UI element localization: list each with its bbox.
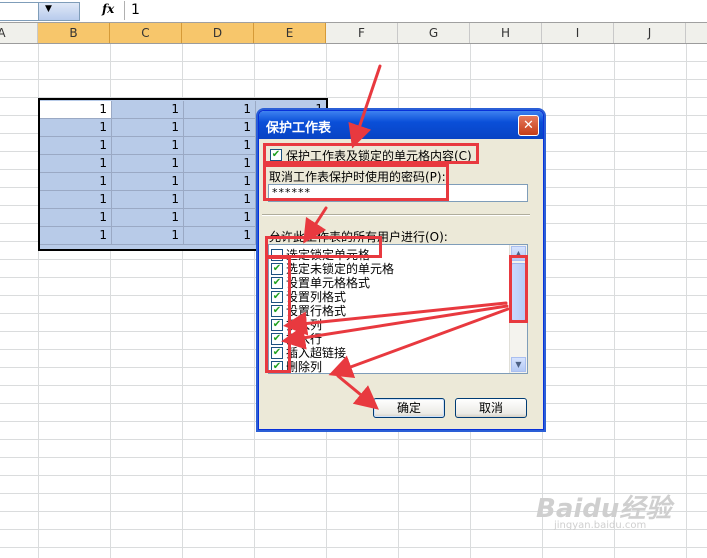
cell[interactable]: 1	[40, 173, 112, 191]
cell[interactable]: 1	[112, 173, 184, 191]
ok-button[interactable]: 确定	[373, 398, 445, 418]
insert-function-button[interactable]: fx	[102, 2, 120, 19]
name-box-dropdown[interactable]: ▼	[38, 2, 80, 21]
watermark-url: jingyan.baidu.com	[554, 520, 647, 531]
cell[interactable]: 1	[184, 227, 256, 245]
close-button[interactable]: ✕	[518, 115, 539, 136]
permissions-list[interactable]: 选定锁定单元格 ✔ 选定未锁定的单元格 ✔ 设置单元格格式 ✔ 设置列格式 ✔ 设置行格式 ✔ 插入…	[268, 244, 528, 374]
cell[interactable]: 1	[40, 119, 112, 137]
cell[interactable]: 1	[40, 155, 112, 173]
permission-label: 删除列	[286, 360, 323, 374]
scroll-down-button[interactable]: ▼	[511, 357, 526, 372]
column-header-d[interactable]: D	[182, 23, 254, 43]
column-header-e[interactable]: E	[254, 23, 326, 43]
cell[interactable]: 1	[184, 119, 256, 137]
cell[interactable]: 1	[40, 101, 112, 119]
name-box[interactable]	[0, 2, 39, 21]
highlight-scrollbar	[509, 255, 528, 323]
cell[interactable]: 1	[184, 155, 256, 173]
cell[interactable]: 1	[112, 119, 184, 137]
column-header-g[interactable]: G	[398, 23, 470, 43]
baidu-watermark: Baidu经验 jingyan.baidu.com	[536, 480, 696, 540]
dialog-titlebar[interactable]: 保护工作表 ✕	[259, 111, 543, 139]
cell[interactable]: 1	[184, 101, 256, 119]
cell[interactable]: 1	[184, 191, 256, 209]
cell[interactable]: 1	[40, 191, 112, 209]
highlight-locked-cells	[265, 236, 382, 258]
cell[interactable]: 1	[112, 209, 184, 227]
highlight-protect-checkbox	[263, 143, 479, 164]
column-headers: ABCDEFGHIJ	[0, 23, 707, 44]
cell[interactable]: 1	[40, 137, 112, 155]
close-icon: ✕	[523, 118, 534, 133]
cell[interactable]: 1	[112, 155, 184, 173]
formula-input[interactable]: 1	[124, 1, 707, 20]
column-header-b[interactable]: B	[38, 23, 110, 43]
cell[interactable]: 1	[184, 173, 256, 191]
column-header-i[interactable]: I	[542, 23, 614, 43]
column-header-h[interactable]: H	[470, 23, 542, 43]
cell[interactable]: 1	[40, 209, 112, 227]
cell[interactable]: 1	[112, 137, 184, 155]
cell[interactable]: 1	[112, 191, 184, 209]
formula-bar: ▼ fx 1	[0, 0, 707, 23]
cell[interactable]: 1	[112, 227, 184, 245]
highlight-password	[263, 164, 449, 201]
chevron-down-icon: ▼	[45, 4, 52, 14]
column-header-j[interactable]: J	[614, 23, 686, 43]
divider	[262, 214, 530, 216]
cell[interactable]: 1	[184, 209, 256, 227]
cell[interactable]: 1	[184, 137, 256, 155]
cell[interactable]: 1	[40, 227, 112, 245]
column-header-a[interactable]: A	[0, 23, 38, 43]
cell[interactable]: 1	[112, 101, 184, 119]
highlight-checkbox-column	[265, 256, 291, 373]
cancel-button[interactable]: 取消	[455, 398, 527, 418]
column-header-f[interactable]: F	[326, 23, 398, 43]
dialog-title: 保护工作表	[266, 121, 332, 136]
column-header-c[interactable]: C	[110, 23, 182, 43]
